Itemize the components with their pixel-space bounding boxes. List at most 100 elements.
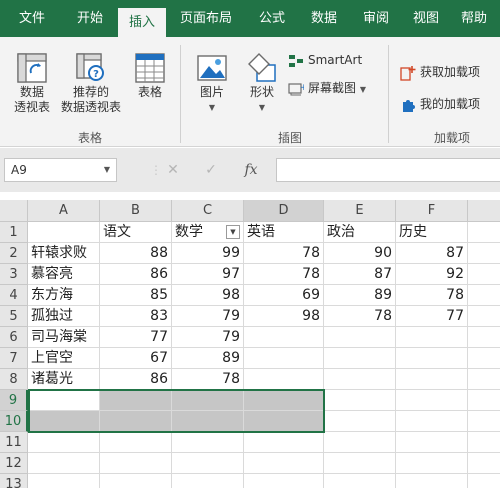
cell-g2[interactable] [468,243,500,264]
cell-g4[interactable] [468,285,500,306]
cell-c4[interactable]: 98 [172,285,244,306]
worksheet-grid[interactable]: A B C D E F 1 2 3 4 5 6 7 8 9 10 11 12 1… [0,192,500,488]
tab-review[interactable]: 审阅 [352,0,400,37]
smartart-button[interactable]: SmartArt [288,53,362,68]
cell-b11[interactable] [100,432,172,453]
cell-a8[interactable]: 诸葛光 [28,369,100,390]
tab-view[interactable]: 视图 [404,0,448,37]
cell-d3[interactable]: 78 [244,264,324,285]
tab-help[interactable]: 帮助 [452,0,496,37]
cell-d5[interactable]: 98 [244,306,324,327]
screenshot-button[interactable]: + 屏幕截图 ▼ [288,79,366,96]
row-header-5[interactable]: 5 [0,306,28,327]
cell-f9[interactable] [396,390,468,411]
cell-a12[interactable] [28,453,100,474]
cell-f10[interactable] [396,411,468,432]
cell-c10[interactable] [172,411,244,432]
cell-f11[interactable] [396,432,468,453]
name-box-dropdown-icon[interactable]: ▼ [104,159,110,181]
cell-e1[interactable]: 政治 [324,222,396,243]
insert-function-icon[interactable]: fx [238,158,264,182]
cell-a2[interactable]: 轩辕求败 [28,243,100,264]
cell-b10[interactable] [100,411,172,432]
cell-f13[interactable] [396,474,468,488]
cell-g11[interactable] [468,432,500,453]
cell-d13[interactable] [244,474,324,488]
enter-icon[interactable]: ✓ [198,158,224,182]
cell-e3[interactable]: 87 [324,264,396,285]
cell-e5[interactable]: 78 [324,306,396,327]
cell-d7[interactable] [244,348,324,369]
cell-f7[interactable] [396,348,468,369]
cell-g12[interactable] [468,453,500,474]
formula-input[interactable] [276,158,500,182]
cell-b3[interactable]: 86 [100,264,172,285]
row-header-8[interactable]: 8 [0,369,28,390]
cell-f8[interactable] [396,369,468,390]
cell-g13[interactable] [468,474,500,488]
cell-e11[interactable] [324,432,396,453]
cell-c6[interactable]: 79 [172,327,244,348]
cell-b12[interactable] [100,453,172,474]
cell-c5[interactable]: 79 [172,306,244,327]
cell-b5[interactable]: 83 [100,306,172,327]
row-header-2[interactable]: 2 [0,243,28,264]
row-header-7[interactable]: 7 [0,348,28,369]
cell-d4[interactable]: 69 [244,285,324,306]
cell-a6[interactable]: 司马海棠 [28,327,100,348]
tab-insert[interactable]: 插入 [118,8,166,37]
cell-b13[interactable] [100,474,172,488]
shapes-button[interactable]: 形状 ▼ [240,51,284,115]
cell-c3[interactable]: 97 [172,264,244,285]
filter-dropdown-icon[interactable]: ▼ [226,225,240,239]
cell-b6[interactable]: 77 [100,327,172,348]
cell-c12[interactable] [172,453,244,474]
column-header-d[interactable]: D [244,200,324,222]
cell-c9[interactable] [172,390,244,411]
cell-b9[interactable] [100,390,172,411]
recommended-pivottables-button[interactable]: ? 推荐的 数据透视表 [58,51,124,115]
cell-f2[interactable]: 87 [396,243,468,264]
cell-e13[interactable] [324,474,396,488]
cell-e12[interactable] [324,453,396,474]
cell-a7[interactable]: 上官空 [28,348,100,369]
cell-e10[interactable] [324,411,396,432]
cell-e7[interactable] [324,348,396,369]
name-box[interactable]: A9 ▼ [4,158,117,182]
select-all-corner[interactable] [0,200,28,222]
cell-e2[interactable]: 90 [324,243,396,264]
cell-b8[interactable]: 86 [100,369,172,390]
cell-f1[interactable]: 历史 [396,222,468,243]
cell-g7[interactable] [468,348,500,369]
cell-e4[interactable]: 89 [324,285,396,306]
row-header-4[interactable]: 4 [0,285,28,306]
my-addins-button[interactable]: 我的加载项 [400,95,480,113]
cell-d2[interactable]: 78 [244,243,324,264]
cell-g8[interactable] [468,369,500,390]
column-header-g[interactable] [468,200,500,222]
cell-b2[interactable]: 88 [100,243,172,264]
column-header-c[interactable]: C [172,200,244,222]
cell-f5[interactable]: 77 [396,306,468,327]
cell-g5[interactable] [468,306,500,327]
cell-c8[interactable]: 78 [172,369,244,390]
cell-f4[interactable]: 78 [396,285,468,306]
row-header-10[interactable]: 10 [0,411,28,432]
cell-d9[interactable] [244,390,324,411]
column-header-a[interactable]: A [28,200,100,222]
cell-b1[interactable]: 语文 [100,222,172,243]
cancel-icon[interactable]: ✕ [160,158,186,182]
cell-c2[interactable]: 99 [172,243,244,264]
cell-g9[interactable] [468,390,500,411]
cell-d8[interactable] [244,369,324,390]
column-header-f[interactable]: F [396,200,468,222]
row-header-1[interactable]: 1 [0,222,28,243]
cell-c7[interactable]: 89 [172,348,244,369]
cell-d11[interactable] [244,432,324,453]
cell-a11[interactable] [28,432,100,453]
cell-e9[interactable] [324,390,396,411]
row-header-3[interactable]: 3 [0,264,28,285]
cell-c13[interactable] [172,474,244,488]
pivottable-button[interactable]: 数据 透视表 [6,51,58,115]
cell-a13[interactable] [28,474,100,488]
